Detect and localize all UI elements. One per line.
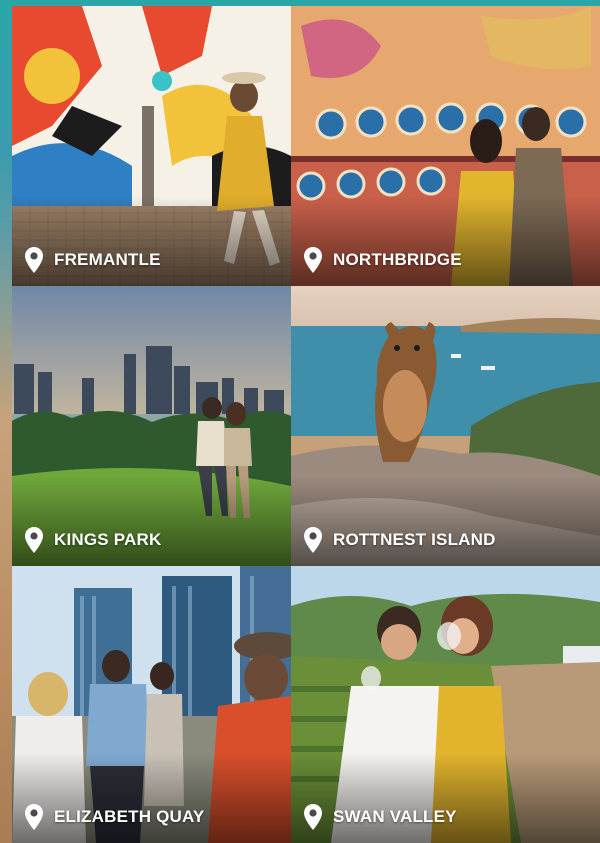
- tile-label-rottnest-island: ROTTNEST ISLAND: [303, 526, 496, 554]
- location-pin-icon: [304, 804, 322, 830]
- tile-elizabeth-quay[interactable]: ELIZABETH QUAY: [12, 566, 291, 843]
- tile-title: NORTHBRIDGE: [333, 250, 462, 269]
- location-pin-icon: [304, 527, 322, 553]
- tile-label-fremantle: FREMANTLE: [24, 246, 161, 274]
- tile-swan-valley[interactable]: SWAN VALLEY: [291, 566, 600, 843]
- tile-kings-park[interactable]: KINGS PARK: [12, 286, 291, 566]
- tile-title: KINGS PARK: [54, 530, 162, 549]
- tile-title: SWAN VALLEY: [333, 807, 457, 826]
- tile-label-northbridge: NORTHBRIDGE: [303, 246, 462, 274]
- location-pin-icon: [25, 804, 43, 830]
- tile-title: FREMANTLE: [54, 250, 161, 269]
- tile-rottnest-island[interactable]: ROTTNEST ISLAND: [291, 286, 600, 566]
- location-pin-icon: [25, 247, 43, 273]
- tile-label-elizabeth-quay: ELIZABETH QUAY: [24, 803, 204, 831]
- destination-grid: FREMANTLE NORTHBRIDGE KINGS PARK ROTTNES…: [12, 6, 600, 843]
- tile-title: ELIZABETH QUAY: [54, 807, 205, 826]
- location-pin-icon: [304, 247, 322, 273]
- tile-title: ROTTNEST ISLAND: [333, 530, 496, 549]
- location-pin-icon: [25, 527, 43, 553]
- tile-fremantle[interactable]: FREMANTLE: [12, 6, 291, 286]
- tile-northbridge[interactable]: NORTHBRIDGE: [291, 6, 600, 286]
- tile-label-kings-park: KINGS PARK: [24, 526, 161, 554]
- tile-label-swan-valley: SWAN VALLEY: [303, 803, 457, 831]
